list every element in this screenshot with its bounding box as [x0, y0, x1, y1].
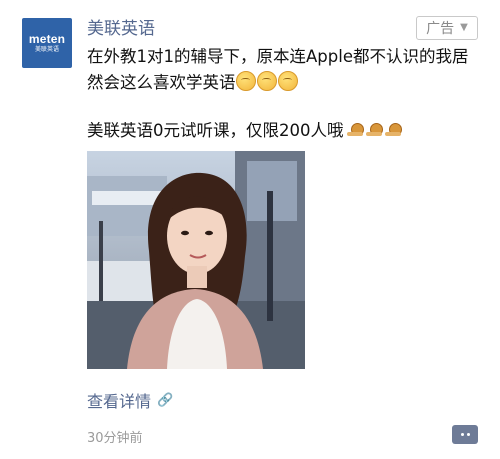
emoji-row-1 [235, 71, 299, 92]
comment-button[interactable] [452, 425, 478, 444]
snail-emoji-icon [365, 123, 383, 137]
comment-icon [460, 433, 464, 436]
post-text-line2: 美联英语0元试听课，仅限200人哦 [87, 118, 402, 144]
logo-sub-text: 美联英语 [34, 45, 59, 53]
photo-illustration [87, 151, 305, 369]
view-details-label: 查看详情 [87, 392, 152, 411]
link-icon: 🔗 [157, 392, 174, 408]
avatar[interactable]: meten 美联英语 [22, 18, 72, 68]
embarrassed-emoji-icon [277, 71, 298, 91]
emoji-row-2 [344, 121, 402, 140]
ad-badge-button[interactable]: 广告 ▼ [416, 16, 478, 40]
embarrassed-emoji-icon [256, 71, 277, 91]
post-text-2: 美联英语0元试听课，仅限200人哦 [87, 121, 344, 140]
ad-photo[interactable] [87, 151, 305, 369]
snail-emoji-icon [346, 123, 364, 137]
view-details-link[interactable]: 查看详情 🔗 [87, 388, 173, 412]
chevron-down-icon: ▼ [460, 21, 468, 33]
account-name[interactable]: 美联英语 [87, 14, 155, 39]
post-text-line1: 在外教1对1的辅导下，原本连Apple都不认识的我居然会这么喜欢学英语 [87, 44, 482, 96]
ad-badge-label: 广告 [426, 21, 455, 37]
embarrassed-emoji-icon [235, 71, 256, 91]
timestamp: 30分钟前 [87, 431, 143, 446]
logo-main-text: meten [28, 31, 66, 46]
snail-emoji-icon [384, 123, 402, 137]
